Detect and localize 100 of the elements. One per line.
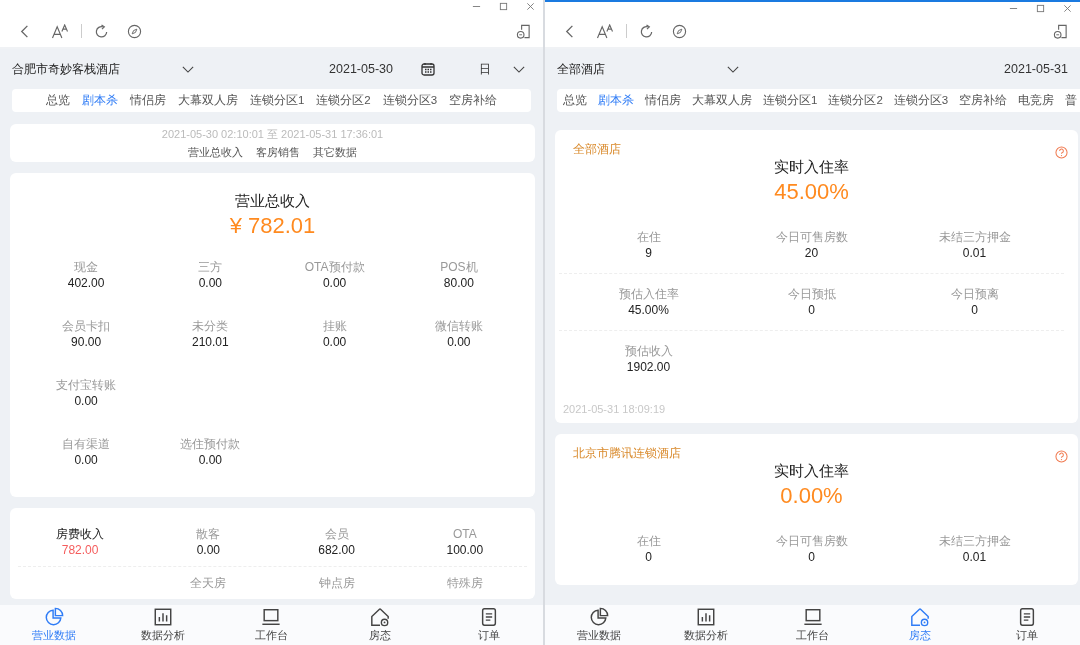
stat-value: 0 — [808, 549, 815, 565]
calendar-icon[interactable] — [421, 62, 435, 76]
maximize-icon[interactable] — [1036, 4, 1045, 13]
stat-label: 未结三方押金 — [938, 229, 1011, 245]
chevron-down-icon[interactable] — [513, 65, 525, 73]
date-label[interactable]: 2021-05-31 — [1004, 62, 1068, 76]
chevron-down-icon[interactable] — [727, 65, 739, 73]
stat-value: 0 — [645, 549, 652, 565]
tab[interactable]: 连锁分区2 — [316, 93, 371, 108]
nav-item[interactable]: 订单 — [986, 607, 1067, 643]
hotel-title: 北京市腾讯连锁酒店 — [573, 444, 681, 462]
nav-item[interactable]: 营业数据 — [14, 607, 95, 643]
stat-value: 80.00 — [443, 275, 474, 291]
stat-value: 0.00 — [447, 334, 471, 350]
help-icon[interactable] — [1055, 449, 1068, 463]
compass-icon[interactable] — [672, 23, 687, 39]
section-link[interactable]: 营业总收入 — [188, 144, 243, 160]
font-size-icon[interactable] — [596, 23, 614, 39]
laptop-icon — [261, 607, 282, 627]
stat-label: 选住预付款 — [180, 436, 241, 452]
maximize-icon[interactable] — [499, 2, 508, 11]
tab[interactable]: 空房补给 — [449, 93, 498, 108]
house-icon — [370, 607, 391, 627]
nav-item[interactable]: 营业数据 — [558, 607, 639, 643]
chevron-down-icon[interactable] — [182, 65, 194, 73]
nav-item[interactable]: 数据分析 — [122, 607, 203, 643]
tab[interactable]: 总览 — [45, 93, 70, 108]
device-icon[interactable] — [516, 23, 531, 39]
nav-item[interactable]: 房态 — [340, 607, 421, 643]
tab[interactable]: 剧本杀 — [81, 93, 118, 108]
stat-label: 散客 — [196, 526, 221, 542]
stat-value: 45.00% — [628, 302, 669, 318]
date-label[interactable]: 2021-05-30 — [329, 62, 393, 76]
tab[interactable]: 剧本杀 — [598, 93, 634, 108]
tab[interactable]: 大幕双人房 — [692, 93, 752, 108]
font-size-icon[interactable] — [51, 23, 69, 39]
stat-label: 微信转账 — [434, 318, 483, 334]
nav-item[interactable]: 房态 — [879, 607, 960, 643]
occupancy-rate: 0.00% — [780, 483, 843, 509]
stat-value: 20 — [804, 245, 819, 261]
stat-value: 682.00 — [318, 542, 355, 558]
bar-chart-icon — [695, 607, 716, 627]
tab[interactable]: 普 — [1065, 93, 1078, 108]
card-title: 实时入住率 — [774, 462, 849, 481]
stat-label: 预估入住率 — [618, 286, 679, 302]
nav-item[interactable]: 工作台 — [231, 607, 312, 643]
stat-value: 0.00 — [74, 452, 98, 468]
tab[interactable]: 空房补给 — [959, 93, 1008, 108]
stat-label: OTA预付款 — [304, 259, 365, 275]
tab[interactable]: 连锁分区2 — [828, 93, 883, 108]
stat-value: 100.00 — [446, 542, 484, 558]
card-title: 实时入住率 — [774, 158, 849, 177]
time-range: 2021-05-30 02:10:01 至 2021-05-31 17:36:01 — [161, 126, 384, 142]
tab[interactable]: 电竞房 — [1018, 93, 1055, 108]
close-icon[interactable] — [1063, 4, 1072, 13]
tab[interactable]: 连锁分区1 — [763, 93, 818, 108]
device-icon[interactable] — [1053, 23, 1068, 39]
hotel-name[interactable]: 合肥市奇妙客栈酒店 — [12, 60, 182, 78]
stat-value: 0.00 — [198, 452, 223, 468]
tab[interactable]: 总览 — [563, 93, 587, 108]
compass-icon[interactable] — [127, 23, 142, 39]
stat-label: 会员 — [324, 526, 349, 542]
card-title: 营业总收入 — [235, 192, 310, 211]
tab[interactable]: 连锁分区3 — [893, 93, 949, 108]
nav-item[interactable]: 数据分析 — [665, 607, 746, 643]
nav-item[interactable]: 工作台 — [772, 607, 853, 643]
hotel-name[interactable]: 全部酒店 — [557, 60, 727, 78]
stat-label: 钟点房 — [318, 575, 355, 591]
section-link[interactable]: 其它数据 — [313, 144, 357, 160]
stat-value: 0.01 — [962, 549, 987, 565]
bar-chart-icon — [152, 607, 173, 627]
tab[interactable]: 连锁分区1 — [249, 93, 305, 108]
stat-label: 房费收入 — [56, 526, 105, 542]
stat-label: 未分类 — [192, 318, 229, 334]
tab[interactable]: 连锁分区3 — [382, 93, 438, 108]
stat-value: 0.00 — [74, 393, 98, 409]
stat-label: 挂账 — [322, 318, 347, 334]
nav-item[interactable]: 订单 — [448, 607, 529, 643]
stat-label: 今日预离 — [950, 286, 999, 302]
stat-label: 今日可售房数 — [775, 229, 848, 245]
stat-label: 今日可售房数 — [775, 533, 848, 549]
stat-label: 在住 — [636, 229, 661, 245]
help-icon[interactable] — [1055, 145, 1068, 159]
stat-value: 1902.00 — [626, 359, 671, 375]
stat-value: 90.00 — [71, 334, 102, 350]
tab[interactable]: 情侣房 — [645, 93, 681, 108]
stat-value: 0.01 — [962, 245, 987, 261]
period-label[interactable]: 日 — [479, 60, 491, 78]
tab[interactable]: 情侣房 — [129, 93, 166, 108]
stat-label: 自有渠道 — [62, 436, 111, 452]
refresh-icon[interactable] — [639, 23, 654, 39]
tab[interactable]: 大幕双人房 — [177, 93, 238, 108]
stat-label: POS机 — [440, 259, 478, 275]
stat-label: 现金 — [74, 259, 99, 275]
stat-value: 210.01 — [192, 334, 229, 350]
pie-chart-icon — [588, 607, 609, 627]
stat-label: 今日预抵 — [787, 286, 836, 302]
refresh-icon[interactable] — [94, 23, 109, 39]
section-link[interactable]: 客房销售 — [256, 144, 300, 160]
close-icon[interactable] — [526, 2, 535, 11]
